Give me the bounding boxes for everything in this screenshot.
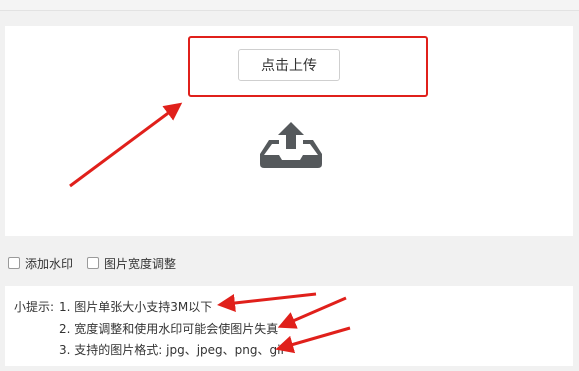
watermark-checkbox[interactable] bbox=[8, 257, 20, 269]
tip-item-formats: 3. 支持的图片格式: jpg、jpeg、png、gif bbox=[59, 343, 285, 357]
watermark-label: 添加水印 bbox=[25, 256, 74, 271]
watermark-option[interactable]: 添加水印 bbox=[8, 255, 73, 272]
upload-button[interactable]: 点击上传 bbox=[238, 49, 340, 81]
top-divider bbox=[0, 0, 579, 11]
resize-width-label: 图片宽度调整 bbox=[104, 256, 177, 271]
tips-prefix: 小提示: bbox=[14, 300, 55, 314]
tip-item-distortion: 2. 宽度调整和使用水印可能会使图片失真 bbox=[59, 322, 279, 336]
options-row: 添加水印 图片宽度调整 bbox=[8, 254, 190, 272]
resize-width-option[interactable]: 图片宽度调整 bbox=[87, 255, 176, 272]
resize-width-checkbox[interactable] bbox=[87, 257, 100, 269]
tip-item-size: 1. 图片单张大小支持3M以下 bbox=[59, 300, 213, 314]
upload-tray-icon[interactable] bbox=[260, 122, 322, 168]
